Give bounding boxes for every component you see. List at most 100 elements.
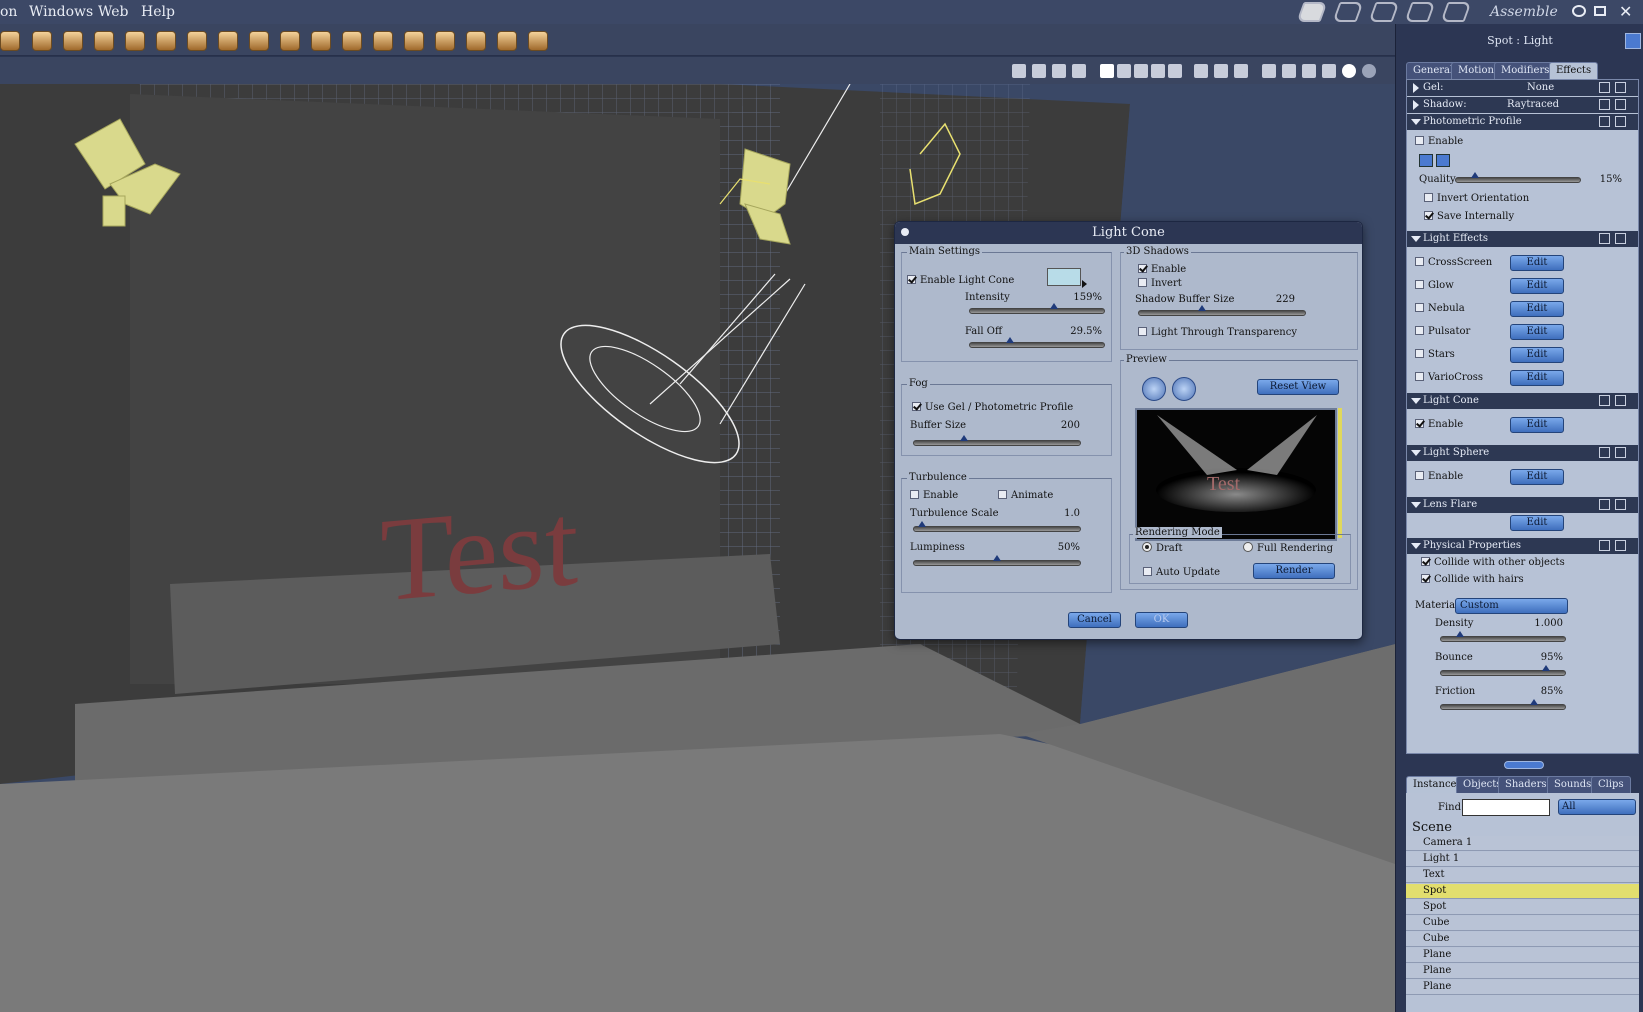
photometric-enable-checkbox[interactable] <box>1415 136 1424 145</box>
lumpiness-slider-thumb[interactable] <box>993 555 1001 561</box>
wire-cube-icon[interactable] <box>1302 64 1316 78</box>
grid-snap-icon[interactable] <box>1072 64 1086 78</box>
intensity-slider[interactable] <box>969 303 1105 314</box>
list-item[interactable]: Text <box>1406 868 1639 883</box>
shadow-buffer-slider-thumb[interactable] <box>1198 305 1207 311</box>
variocross-row[interactable]: VarioCross <box>1415 372 1483 383</box>
open-folder-icon[interactable] <box>1419 154 1433 167</box>
photometric-save-icon[interactable] <box>1599 116 1610 127</box>
nebula-checkbox[interactable] <box>1415 303 1424 312</box>
shield-view2-icon[interactable] <box>1214 64 1228 78</box>
shield-view3-icon[interactable] <box>1234 64 1248 78</box>
cone-color-swatch[interactable] <box>1047 268 1081 286</box>
turb-scale-slider[interactable] <box>913 521 1081 532</box>
room-hand-icon[interactable] <box>1296 2 1328 22</box>
invert-orientation-checkbox[interactable] <box>1424 193 1433 202</box>
plane-tool-icon[interactable] <box>125 31 145 51</box>
nebula-row[interactable]: Nebula <box>1415 303 1465 314</box>
gel-row[interactable]: Gel: None <box>1407 80 1638 96</box>
light-effects-header[interactable]: Light Effects <box>1407 231 1638 247</box>
bounce-slider[interactable] <box>1440 665 1566 676</box>
enable-light-cone-row[interactable]: Enable Light Cone <box>907 275 1014 286</box>
effects-save-icon[interactable] <box>1599 233 1610 244</box>
rock-tool-icon[interactable] <box>373 31 393 51</box>
shield-view-icon[interactable] <box>1194 64 1208 78</box>
cone-save-icon[interactable] <box>1599 395 1610 406</box>
intensity-slider-thumb[interactable] <box>1050 303 1059 309</box>
glow-checkbox[interactable] <box>1415 280 1424 289</box>
sphere-enable-checkbox[interactable] <box>1415 471 1424 480</box>
friction-slider[interactable] <box>1440 699 1566 710</box>
reset-view-button[interactable]: Reset View <box>1257 379 1339 395</box>
shadow-save-icon[interactable] <box>1599 99 1610 110</box>
open-folder2-icon[interactable] <box>1436 154 1450 167</box>
falloff-slider[interactable] <box>969 337 1105 348</box>
flare-load-icon[interactable] <box>1615 499 1626 510</box>
hierarchy-tool-icon[interactable] <box>466 31 486 51</box>
scene-root[interactable]: Scene <box>1412 820 1452 835</box>
flare-edit-button[interactable]: Edit <box>1510 515 1564 531</box>
variocross-edit-button[interactable]: Edit <box>1510 370 1564 386</box>
zoom-magnifier-icon[interactable] <box>1172 377 1196 401</box>
variocross-checkbox[interactable] <box>1415 372 1424 381</box>
room-knife-icon[interactable] <box>1404 2 1436 22</box>
material-select[interactable]: Custom <box>1455 598 1568 614</box>
eye-icon[interactable] <box>1572 5 1586 17</box>
fog-buffer-slider-thumb[interactable] <box>959 435 968 441</box>
menu-item-windows[interactable]: Windows <box>29 4 93 20</box>
dialog-close-icon[interactable] <box>901 228 909 236</box>
cloud-tool-icon[interactable] <box>187 31 207 51</box>
menu-item-file[interactable]: on <box>0 4 17 20</box>
draft-radio-row[interactable]: Draft <box>1142 542 1182 554</box>
list-item[interactable]: Plane <box>1406 964 1639 979</box>
falloff-slider-thumb[interactable] <box>1006 337 1015 343</box>
rotate-view-icon[interactable] <box>1282 64 1296 78</box>
auto-update-row[interactable]: Auto Update <box>1143 567 1220 578</box>
camera-tool-icon[interactable] <box>435 31 455 51</box>
house-tool-icon[interactable] <box>311 31 331 51</box>
list-item[interactable]: Plane <box>1406 980 1639 995</box>
physical-load-icon[interactable] <box>1615 540 1626 551</box>
collide-checkbox[interactable] <box>1421 557 1430 566</box>
list-item[interactable]: Camera 1 <box>1406 836 1639 851</box>
pan-hand-icon[interactable] <box>1142 377 1166 401</box>
full-render-radio[interactable] <box>1243 542 1253 552</box>
preview-render[interactable]: Test <box>1135 408 1337 541</box>
bounce-slider-thumb[interactable] <box>1542 665 1551 671</box>
layout-two-icon[interactable] <box>1117 64 1131 78</box>
pulsator-edit-button[interactable]: Edit <box>1510 324 1564 340</box>
enable-light-cone-checkbox[interactable] <box>907 275 916 284</box>
density-slider-thumb[interactable] <box>1455 631 1464 637</box>
turb-animate-row[interactable]: Animate <box>998 490 1053 501</box>
auto-update-checkbox[interactable] <box>1143 567 1152 576</box>
ok-button[interactable]: OK <box>1135 612 1188 628</box>
quality-slider-thumb[interactable] <box>1470 172 1479 178</box>
lumpiness-slider[interactable] <box>913 555 1081 566</box>
crossscreen-row[interactable]: CrossScreen <box>1415 257 1492 268</box>
room-film-icon[interactable] <box>1440 2 1472 22</box>
glow-edit-button[interactable]: Edit <box>1510 278 1564 294</box>
gel-load-icon[interactable] <box>1615 82 1626 93</box>
light-tool-icon[interactable] <box>404 31 424 51</box>
room-brush-icon[interactable] <box>1332 2 1364 22</box>
cancel-button[interactable]: Cancel <box>1068 612 1121 628</box>
close-icon[interactable]: ✕ <box>1619 2 1632 21</box>
preview-scrollbar[interactable] <box>1338 408 1342 538</box>
bowl-tool-icon[interactable] <box>342 31 362 51</box>
turb-enable-row[interactable]: Enable <box>910 490 958 501</box>
cone-enable-row[interactable]: Enable <box>1415 419 1463 430</box>
lock-icon[interactable] <box>1032 64 1046 78</box>
wireframe-icon[interactable] <box>1012 64 1026 78</box>
nebula-edit-button[interactable]: Edit <box>1510 301 1564 317</box>
text-tool-icon[interactable] <box>63 31 83 51</box>
target-tool-icon[interactable] <box>32 31 52 51</box>
shadow-buffer-slider[interactable] <box>1138 305 1306 316</box>
maximize-icon[interactable] <box>1594 6 1606 16</box>
list-item[interactable]: Plane <box>1406 948 1639 963</box>
light-cone-header[interactable]: Light Cone <box>1407 393 1638 409</box>
use-gel-checkbox[interactable] <box>912 402 921 411</box>
collide-hairs-row[interactable]: Collide with hairs <box>1421 574 1524 585</box>
flare-save-icon[interactable] <box>1599 499 1610 510</box>
pulsator-checkbox[interactable] <box>1415 326 1424 335</box>
water-tool-icon[interactable] <box>280 31 300 51</box>
